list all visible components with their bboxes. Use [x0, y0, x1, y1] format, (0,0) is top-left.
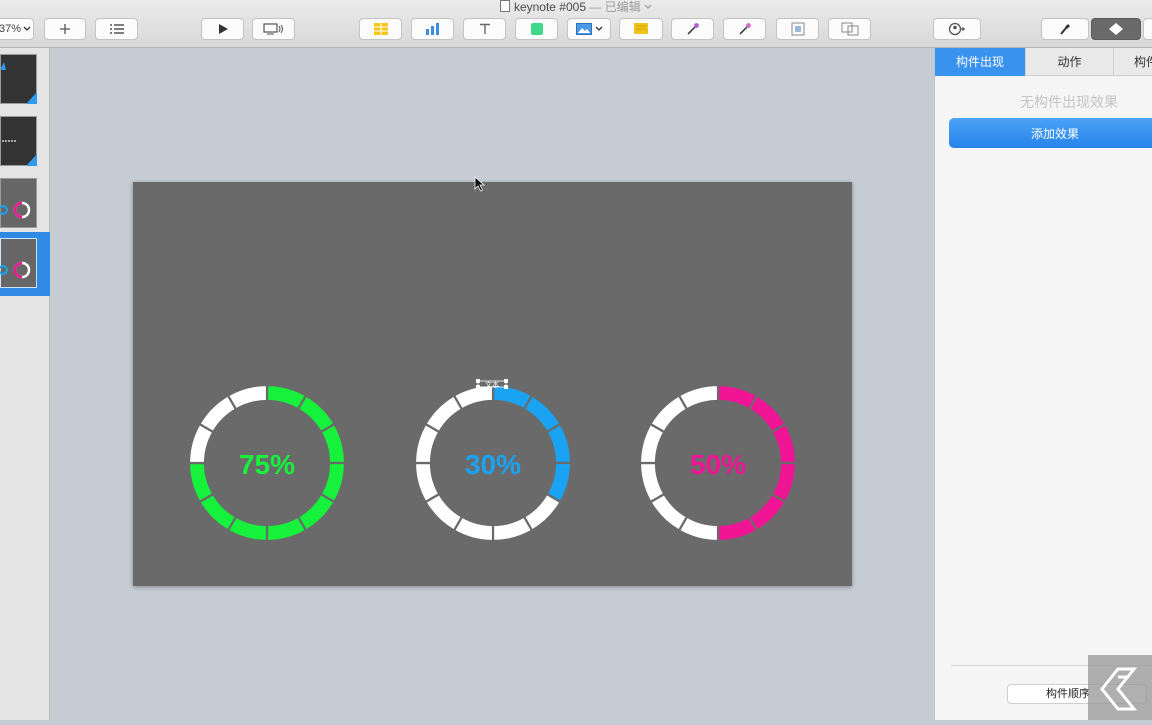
slide-corner-mark [2, 140, 37, 166]
magic-move-button-1[interactable] [671, 18, 714, 40]
front-icon [791, 22, 804, 36]
chevron-down-icon[interactable] [644, 4, 652, 10]
animate-button[interactable] [1091, 18, 1141, 40]
play-icon [218, 24, 228, 34]
media-button[interactable] [567, 18, 611, 40]
text-button[interactable] [463, 18, 506, 40]
play-button[interactable] [201, 18, 244, 40]
plus-icon [60, 24, 70, 34]
progress-ring-3[interactable]: 50% [638, 383, 798, 543]
image-icon [575, 23, 592, 35]
ring-segment-filled [716, 515, 759, 543]
paintbrush-icon [1060, 24, 1070, 35]
back-button[interactable] [828, 18, 871, 40]
ring-segment-empty [677, 383, 720, 411]
add-slide-button[interactable] [44, 18, 86, 40]
format-button[interactable] [1041, 18, 1089, 40]
bar-chart-icon [425, 23, 439, 35]
ring-segment-filled [187, 461, 215, 504]
selection-handle[interactable] [476, 379, 480, 383]
selection-text-label: 文本 [485, 380, 499, 389]
keynote-live-button[interactable] [252, 18, 295, 40]
zoom-select[interactable]: 37% [0, 18, 34, 40]
slide-corner-mark [0, 62, 37, 104]
document-button[interactable] [1143, 18, 1152, 40]
ring-segment-empty [491, 515, 534, 543]
progress-ring-1[interactable]: 75% [187, 383, 347, 543]
ring-thumbnail-icon [0, 201, 31, 219]
no-effect-message: 无构件出现效果 [1020, 94, 1118, 110]
display-icon [262, 23, 283, 35]
ring-segment-empty [638, 461, 666, 504]
window-title: keynote #005 — 已编辑 [0, 0, 1152, 15]
watermark-logo [1088, 655, 1152, 720]
slide-thumbnail-2[interactable] [0, 114, 50, 178]
shape-icon [530, 23, 543, 35]
collaborate-icon [948, 22, 965, 36]
selection-handle[interactable] [504, 379, 508, 383]
comment-icon [634, 23, 648, 34]
shape-button[interactable] [515, 18, 558, 40]
logo-icon [1100, 667, 1138, 711]
ring-segment-filled [265, 515, 308, 543]
mouse-cursor [474, 176, 486, 192]
tab-build-in[interactable]: 构件出现 [935, 48, 1025, 76]
title-separator: — [589, 0, 602, 14]
diamond-icon [1109, 23, 1123, 35]
zoom-value: 37% [0, 23, 22, 35]
document-name: keynote #005 [513, 0, 586, 14]
chevron-down-icon [23, 26, 31, 31]
chevron-down-icon [595, 26, 602, 31]
add-effect-label: 添加效果 [1030, 126, 1079, 141]
slide-thumbnail-image [0, 178, 37, 228]
ring-percent-label: 30% [465, 449, 521, 480]
slide-thumbnail-3[interactable] [0, 176, 50, 240]
view-button[interactable] [95, 18, 138, 40]
front-button[interactable] [776, 18, 819, 40]
slide-navigator [0, 48, 50, 720]
progress-ring-2[interactable]: 30% [413, 383, 573, 543]
ring-thumbnail-icon [0, 261, 31, 279]
toolbar: keynote #005 — 已编辑 37% [0, 0, 1152, 48]
selection-handle[interactable] [476, 385, 480, 389]
slide-thumbnail-4[interactable] [0, 232, 50, 296]
selection-handle[interactable] [504, 385, 508, 389]
ring-segment-empty [226, 383, 269, 411]
current-slide[interactable]: 75% 30% 50% 文本 [133, 182, 852, 586]
ring-segment-filled [770, 422, 798, 465]
document-icon [499, 0, 510, 12]
ring-percent-label: 75% [239, 449, 295, 480]
animate-inspector: 构件出现 动作 构件 无构件出现效果 添加效果 构件顺序 [934, 48, 1152, 720]
comment-button[interactable] [619, 18, 663, 40]
ring-percent-label: 50% [690, 449, 746, 480]
list-icon [109, 24, 124, 34]
text-icon [479, 23, 490, 34]
slide-canvas: 75% 30% 50% 文本 [50, 48, 934, 720]
add-effect-button[interactable]: 添加效果 [949, 118, 1152, 148]
edited-status: 已编辑 [604, 0, 641, 14]
tab-action[interactable]: 动作 [1025, 48, 1113, 76]
chart-button[interactable] [411, 18, 454, 40]
table-button[interactable] [359, 18, 402, 40]
ring-segment-filled [545, 422, 573, 465]
slide-thumbnail-image [0, 238, 37, 288]
inspector-tabs: 构件出现 动作 构件 [935, 48, 1152, 76]
slide-thumbnail-1[interactable] [0, 52, 50, 116]
back-icon [841, 22, 858, 36]
slide-graphics: 75% 30% 50% 文本 [187, 379, 798, 543]
magic-wand-icon [686, 23, 699, 35]
collaborate-button[interactable] [933, 18, 981, 40]
ring-segment-empty [413, 461, 441, 504]
slide-thumbnail-image [0, 116, 37, 166]
magic-wand-icon [738, 23, 751, 35]
ring-segment-filled [319, 422, 347, 465]
magic-move-button-2[interactable] [723, 18, 766, 40]
tab-build-out[interactable]: 构件 [1113, 48, 1152, 76]
slide-thumbnail-image [0, 54, 37, 104]
table-icon [373, 23, 388, 35]
